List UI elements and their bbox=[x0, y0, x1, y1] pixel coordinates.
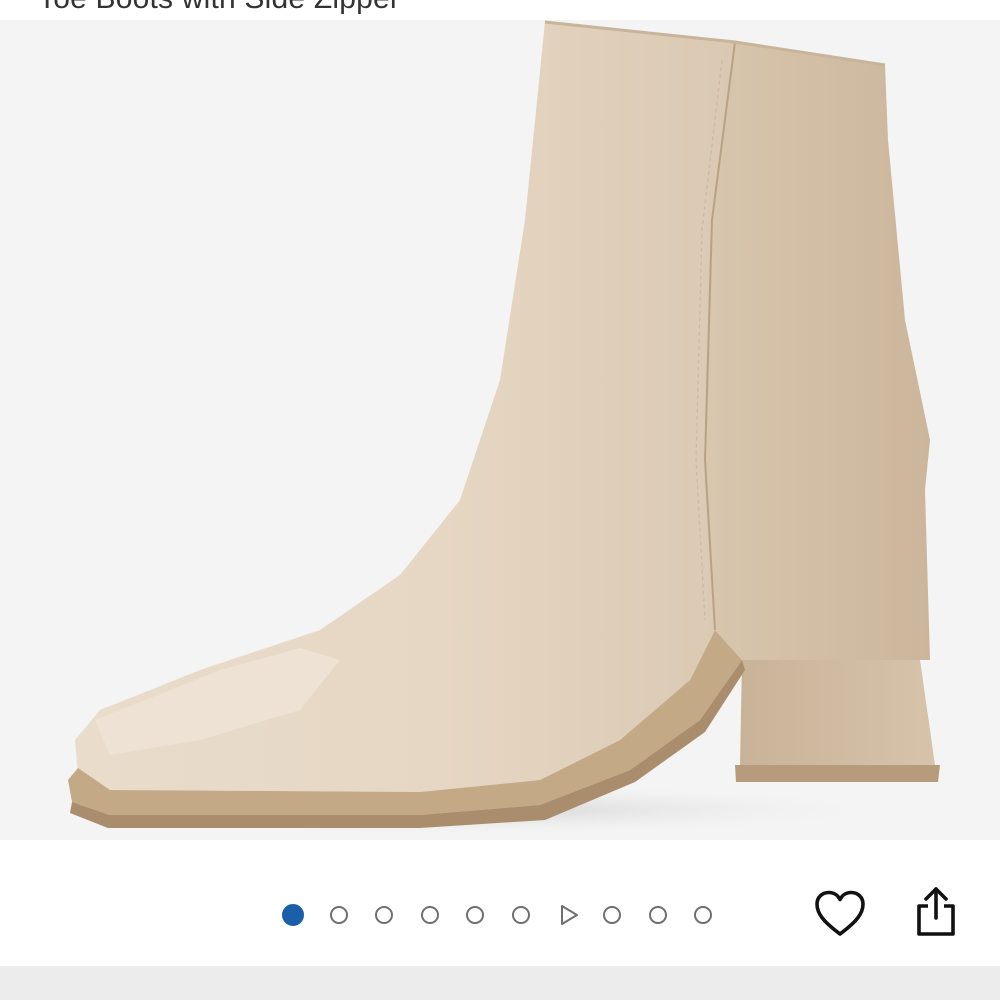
video-play-icon[interactable] bbox=[558, 904, 580, 926]
product-page: Toe Boots with Side Zipper bbox=[0, 0, 1000, 1000]
product-image[interactable] bbox=[0, 20, 1000, 840]
share-button[interactable] bbox=[908, 884, 964, 940]
pagination-dot-3[interactable] bbox=[375, 906, 394, 924]
section-divider bbox=[0, 966, 1000, 1000]
share-icon bbox=[917, 887, 955, 936]
favorite-button[interactable] bbox=[812, 886, 868, 942]
product-title: Toe Boots with Side Zipper bbox=[38, 0, 400, 16]
pagination-dot-2[interactable] bbox=[329, 906, 348, 924]
heart-outline-icon bbox=[815, 890, 865, 936]
pagination-dot-8[interactable] bbox=[603, 906, 622, 924]
pagination-dot-5[interactable] bbox=[466, 906, 485, 924]
pagination-dot-10[interactable] bbox=[694, 906, 713, 924]
image-pagination bbox=[282, 902, 740, 928]
pagination-dot-4[interactable] bbox=[420, 906, 439, 924]
pagination-dot-6[interactable] bbox=[511, 906, 530, 924]
pagination-dot-1[interactable] bbox=[282, 904, 304, 926]
gallery-controls bbox=[0, 840, 1000, 966]
product-title-strip: Toe Boots with Side Zipper bbox=[0, 0, 1000, 20]
boot-image bbox=[0, 20, 1000, 840]
pagination-dot-9[interactable] bbox=[648, 906, 667, 924]
